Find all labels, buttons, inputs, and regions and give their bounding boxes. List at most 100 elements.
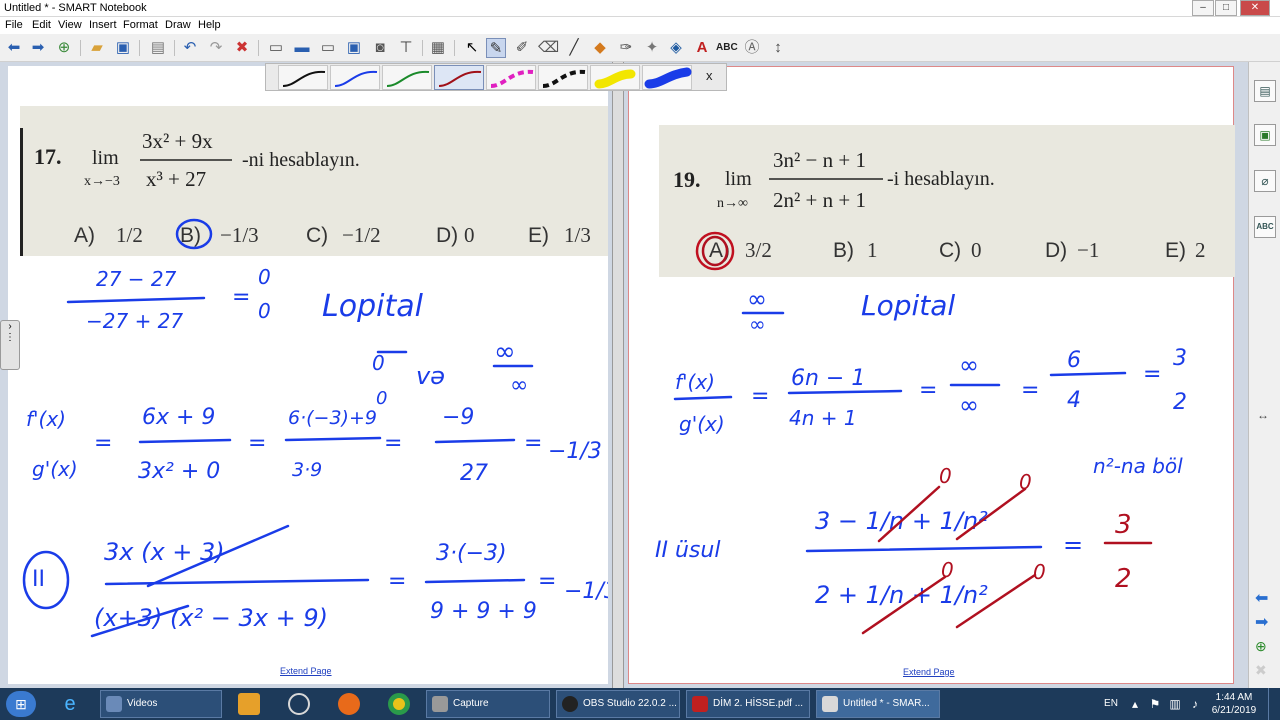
hw-r-d-num: 6n − 1 — [791, 366, 865, 391]
pen-green[interactable] — [382, 65, 432, 90]
display-icon[interactable]: ▬ — [292, 38, 312, 58]
screen-shade-icon[interactable]: ▭ — [266, 38, 286, 58]
menu-help[interactable]: Help — [198, 19, 221, 31]
pen-red[interactable] — [434, 65, 484, 90]
svg-text:=: = — [524, 431, 542, 456]
eraser-icon[interactable]: ⌫ — [538, 38, 559, 58]
taskbar-obs[interactable]: OBS Studio 22.0.2 ... — [556, 690, 680, 718]
forward-arrow-icon[interactable]: ➡ — [28, 38, 48, 58]
next-page-icon[interactable]: ➡ — [1255, 612, 1268, 632]
option-a-letter: A) — [74, 224, 95, 247]
hw-r-zero-2: 0 — [1019, 470, 1032, 494]
attachments-icon[interactable]: ⌀ — [1254, 170, 1276, 192]
undo-icon[interactable]: ↶ — [180, 38, 200, 58]
text-icon[interactable]: A — [692, 38, 712, 58]
taskbar-capture[interactable]: Capture — [426, 690, 550, 718]
extend-page-link-left[interactable]: Extend Page — [280, 666, 332, 676]
add-page-side-icon[interactable]: ⊕ — [1255, 638, 1267, 655]
flag-icon[interactable]: ⚑ — [1144, 688, 1166, 720]
pen-icon[interactable]: ✎ — [486, 38, 506, 58]
gallery-icon[interactable]: ▣ — [1254, 124, 1276, 146]
restore-button[interactable]: □ — [1215, 0, 1237, 16]
taskbar: ⊞ e Videos Capture OBS Studio 22.0.2 ...… — [0, 688, 1280, 720]
option-b-value: −1/3 — [220, 223, 259, 247]
start-button[interactable]: ⊞ — [6, 691, 36, 717]
monitor-icon[interactable]: ▭ — [318, 38, 338, 58]
add-page-icon[interactable]: ⊕ — [54, 38, 74, 58]
taskbar-pdf[interactable]: DİM 2. HİSSE.pdf ... — [686, 690, 810, 718]
show-desktop-button[interactable] — [1268, 688, 1280, 720]
spellcheck-icon[interactable]: ABC — [716, 38, 738, 58]
page-divider[interactable] — [612, 62, 624, 688]
menu-view[interactable]: View — [58, 19, 82, 31]
save-icon[interactable]: ▣ — [113, 38, 133, 58]
magic-pen-icon[interactable]: ✑ — [616, 38, 636, 58]
paint-bucket-icon[interactable]: ◈ — [666, 38, 686, 58]
minimize-button[interactable]: – — [1192, 0, 1214, 16]
fill-icon[interactable]: ✦ — [642, 38, 662, 58]
properties-panel-icon[interactable]: ABC — [1254, 216, 1276, 238]
back-arrow-icon[interactable]: ⬅ — [4, 38, 24, 58]
pen-magenta-dashed[interactable] — [486, 65, 536, 90]
capture-icon[interactable]: ▣ — [344, 38, 364, 58]
document-camera-icon[interactable]: ⊤ — [396, 38, 416, 58]
side-panel-toggle[interactable]: › ⋮ — [0, 320, 20, 370]
network-icon[interactable]: ▥ — [1164, 688, 1186, 720]
media-player-icon[interactable] — [238, 693, 260, 715]
menu-insert[interactable]: Insert — [89, 19, 117, 31]
hw-r-zero-1: 0 — [939, 464, 952, 488]
taskbar-smart-notebook[interactable]: Untitled * - SMAR... — [816, 690, 940, 718]
menu-bar: File Edit View Insert Format Draw Help — [0, 17, 1280, 34]
left-page[interactable]: 17. lim x→−3 3x² + 9x x³ + 27 -ni hesabl… — [8, 66, 608, 684]
pen-black[interactable] — [278, 65, 328, 90]
camera-icon[interactable]: ◙ — [370, 38, 390, 58]
option-a-value-r: 3/2 — [745, 238, 772, 262]
hw-sub-res-den: 0 — [258, 299, 271, 323]
option-d-value-r: −1 — [1077, 238, 1099, 262]
ie-icon[interactable]: e — [58, 692, 82, 716]
close-button[interactable]: ✕ — [1240, 0, 1270, 16]
resize-arrows-icon[interactable]: ↔ — [1257, 408, 1269, 422]
table-icon[interactable]: ▦ — [428, 38, 448, 58]
menu-draw[interactable]: Draw — [165, 19, 191, 31]
hw-r-inf-den: ∞ — [959, 391, 979, 419]
properties-icon[interactable]: Ⓐ — [742, 38, 762, 58]
menu-edit[interactable]: Edit — [32, 19, 51, 31]
menu-format[interactable]: Format — [123, 19, 158, 31]
delete-page-icon[interactable]: ✖ — [1255, 662, 1267, 679]
clock[interactable]: 1:44 AM 6/21/2019 — [1206, 691, 1262, 717]
hw-forms-b-num: ∞ — [494, 337, 516, 367]
pen-black-dashed[interactable] — [538, 65, 588, 90]
delete-icon[interactable]: ✖ — [232, 38, 252, 58]
move-toolbar-icon[interactable]: ↕ — [768, 38, 788, 58]
volume-icon[interactable]: ♪ — [1184, 688, 1206, 720]
svg-text:=: = — [94, 431, 112, 456]
taskbar-videos[interactable]: Videos — [100, 690, 222, 718]
penbar-close-button[interactable]: x — [706, 68, 713, 83]
menu-file[interactable]: File — [5, 19, 23, 31]
shape-icon[interactable]: ◆ — [590, 38, 610, 58]
extend-page-link-right[interactable]: Extend Page — [903, 667, 955, 677]
highlighter-yellow[interactable] — [590, 65, 640, 90]
right-page[interactable]: 19. lim n→∞ 3n² − n + 1 2n² + n + 1 -i h… — [628, 66, 1235, 684]
language-indicator[interactable]: EN — [1100, 688, 1122, 720]
paste-icon[interactable]: ▤ — [148, 38, 168, 58]
hw-res-den: 27 — [460, 461, 488, 486]
problem-17-number: 17. — [34, 144, 62, 169]
open-folder-icon[interactable]: ▰ — [87, 38, 107, 58]
firefox-icon[interactable] — [338, 693, 360, 715]
chrome-icon[interactable] — [388, 693, 410, 715]
page-sorter-icon[interactable]: ▤ — [1254, 80, 1276, 102]
line-icon[interactable]: ╱ — [564, 38, 584, 58]
redo-icon[interactable]: ↷ — [206, 38, 226, 58]
prev-page-icon[interactable]: ⬅ — [1255, 588, 1268, 608]
svg-text:=: = — [232, 285, 250, 310]
clock-time: 1:44 AM — [1215, 692, 1253, 703]
creative-pen-icon[interactable]: ✐ — [512, 38, 532, 58]
tray-arrow-icon[interactable]: ▴ — [1124, 688, 1146, 720]
magnifier-icon[interactable] — [288, 693, 310, 715]
select-icon[interactable]: ↖ — [462, 38, 482, 58]
highlighter-blue[interactable] — [642, 65, 692, 90]
pen-blue[interactable] — [330, 65, 380, 90]
hw-forms-b-den: ∞ — [510, 373, 528, 398]
